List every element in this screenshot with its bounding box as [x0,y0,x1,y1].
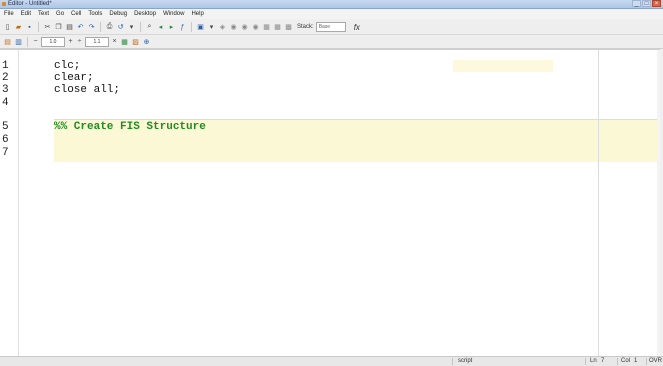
paste-icon[interactable]: ▤ [65,23,74,32]
line-number: 5 [2,121,9,133]
menu-desktop[interactable]: Desktop [134,11,156,17]
stack-dropdown[interactable]: Base [315,22,346,32]
menu-go[interactable]: Go [56,11,64,17]
status-divider [646,358,647,365]
maximize-button[interactable]: □ [642,0,651,7]
code-editor[interactable]: 1 clc; 2 clear; 3 close all; 4 5 %% Crea… [0,49,660,356]
main-toolbar: ▯ ▰ ▪ ✂ ❐ ▤ ↶ ↷ ⎙ ↺ ▾ ⌕ ◂ ▸ ƒ ▣ ▾ ◈ ◉ ◉ … [0,20,663,35]
toolbar-divider [27,36,28,47]
print-icon[interactable]: ⎙ [105,23,114,32]
status-divider [452,358,453,365]
save-icon[interactable]: ▪ [25,23,34,32]
code-line[interactable]: 2 clear; [0,72,660,84]
code-line[interactable]: 4 [0,97,660,109]
code-line[interactable]: 6 [0,134,660,146]
close-button[interactable]: × [652,0,661,7]
toolbar-divider [38,22,39,32]
toolbar-divider [140,22,141,32]
step-in-icon[interactable]: ◉ [240,23,249,32]
undo-dropdown-icon[interactable]: ↺ [116,23,125,32]
step-icon[interactable]: ◉ [229,23,238,32]
matlab-app-icon [2,2,6,6]
window-controls: _ □ × [632,0,661,8]
evaluate-cell-icon[interactable]: ▥ [14,37,23,46]
toolbar-divider [100,22,101,32]
multiply-value-field[interactable]: 1.1 [85,36,109,47]
line-label: Ln [590,358,597,364]
status-divider [585,358,586,365]
code-line[interactable]: 1 clc; [0,60,660,72]
decrement-value-field[interactable]: 1.0 [41,36,65,47]
window-title: Editor - Untitled* [8,1,52,7]
code-line[interactable]: 5 %% Create FIS Structure [0,121,660,133]
column-number-indicator: 1 [634,358,638,364]
menu-file[interactable]: File [4,11,14,17]
multiply-button[interactable]: × [111,38,118,45]
code-text[interactable]: clc; [54,60,80,72]
cell-toolbar: ▤ ▥ − 1.0 + ÷ 1.1 × ▦ ▨ ⊕ [0,35,663,49]
code-line[interactable]: 3 close all; [0,84,660,96]
menu-tools[interactable]: Tools [88,11,102,17]
line-number: 7 [2,147,9,159]
line-number: 4 [2,97,9,109]
stack-value: Base [318,24,331,30]
cell-run-advance-icon[interactable]: ▨ [131,37,140,46]
menu-help[interactable]: Help [191,11,203,17]
menu-edit[interactable]: Edit [21,11,31,17]
open-folder-icon[interactable]: ▰ [14,23,23,32]
toolbar-divider [191,22,192,32]
function-browser-icon[interactable]: ƒ [178,23,187,32]
back-arrow-icon[interactable]: ◂ [156,23,165,32]
exit-debug-icon[interactable]: ▦ [273,23,282,32]
line-number: 6 [2,134,9,146]
column-label: Col [621,358,631,364]
menu-cell[interactable]: Cell [71,11,81,17]
increment-button[interactable]: + [67,38,74,45]
line-number: 3 [2,84,9,96]
file-type-indicator: script [458,358,473,364]
set-breakpoint-icon[interactable]: ▣ [196,23,205,32]
code-line[interactable]: 7 [0,147,660,159]
new-file-icon[interactable]: ▯ [3,23,12,32]
code-text[interactable]: clear; [54,72,94,84]
clear-breakpoints-icon[interactable]: ◈ [218,23,227,32]
copy-icon[interactable]: ❐ [54,23,63,32]
menu-debug[interactable]: Debug [109,11,127,17]
run-icon[interactable]: ▩ [284,23,293,32]
undo-icon[interactable]: ↶ [76,23,85,32]
line-number: 1 [2,60,9,72]
breakpoint-dropdown-icon[interactable]: ▾ [207,23,216,32]
step-out-icon[interactable]: ◉ [251,23,260,32]
stack-label: Stack: [297,24,314,30]
forward-arrow-icon[interactable]: ▸ [167,23,176,32]
overwrite-indicator: OVR [649,358,663,364]
zoom-icon[interactable]: ⊕ [142,37,151,46]
menu-bar: File Edit Text Go Cell Tools Debug Deskt… [0,9,663,19]
menu-text[interactable]: Text [38,11,49,17]
status-divider [617,358,618,365]
fx-icon[interactable]: fx [354,23,360,32]
cell-title-comment[interactable]: %% Create FIS Structure [54,121,206,133]
code-text[interactable]: close all; [54,84,120,96]
minimize-button[interactable]: _ [632,0,641,7]
find-icon[interactable]: ⌕ [145,23,154,32]
menu-window[interactable]: Window [163,11,184,17]
line-number: 2 [2,72,9,84]
divide-button[interactable]: ÷ [76,38,83,45]
cut-icon[interactable]: ✂ [43,23,52,32]
cell-mode-icon[interactable]: ▤ [3,37,12,46]
line-number-indicator: 7 [601,358,605,364]
decrement-button[interactable]: − [32,38,39,45]
dropdown-arrow-icon[interactable]: ▾ [127,23,136,32]
cell-publish-icon[interactable]: ▦ [120,37,129,46]
continue-icon[interactable]: ▦ [262,23,271,32]
title-bar: Editor - Untitled* _ □ × [0,0,663,9]
redo-icon[interactable]: ↷ [87,23,96,32]
